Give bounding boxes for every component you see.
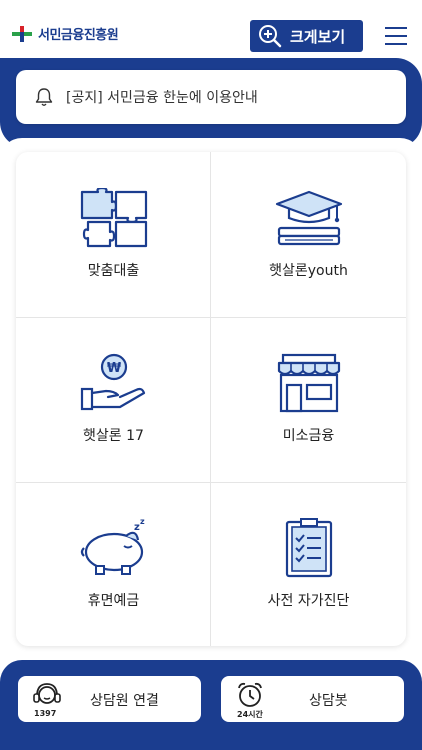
menu-item-dormant-deposit[interactable]: z z 휴면예금 <box>16 482 211 646</box>
menu-label: 햇살론 17 <box>83 428 144 444</box>
zoom-in-icon <box>259 25 282 48</box>
menu-item-miso-finance[interactable]: 미소금융 <box>211 317 406 481</box>
menu-item-sunshine-17[interactable]: ₩ 햇살론 17 <box>16 317 211 481</box>
bell-icon <box>35 88 53 106</box>
svg-text:₩: ₩ <box>107 361 122 376</box>
grid-divider <box>210 152 211 646</box>
menu-label: 휴면예금 <box>87 593 140 609</box>
piggy-bank-icon: z z <box>80 518 145 575</box>
chatbot-button[interactable]: 24시간 상담봇 <box>221 676 404 722</box>
counsel-number: 1397 <box>34 709 57 718</box>
counselor-connect-button[interactable]: 1397 상담원 연결 <box>18 676 201 722</box>
graduation-cap-icon <box>275 190 343 246</box>
menu-label: 사전 자가진단 <box>267 593 350 609</box>
menu-label: 미소금융 <box>282 428 335 444</box>
svg-text:z: z <box>140 518 145 526</box>
menu-label: 햇살론youth <box>269 263 348 279</box>
hamburger-menu-icon[interactable] <box>385 27 407 45</box>
puzzle-icon <box>80 188 148 248</box>
menu-item-sunshine-youth[interactable]: 햇살론youth <box>211 152 406 316</box>
clipboard-checklist-icon <box>285 518 333 578</box>
bot-label: 상담봇 <box>309 693 348 709</box>
bot-sub-label: 24시간 <box>237 710 263 719</box>
headset-icon <box>33 683 61 704</box>
zoom-button[interactable]: 크게보기 <box>250 20 363 52</box>
menu-item-self-diagnosis[interactable]: 사전 자가진단 <box>211 482 406 646</box>
won-coin-hand-icon: ₩ <box>80 353 146 411</box>
grid-divider <box>16 482 406 483</box>
grid-divider <box>16 317 406 318</box>
notice-banner[interactable]: [공지] 서민금융 한눈에 이용안내 <box>16 70 406 124</box>
alarm-clock-icon <box>238 682 262 707</box>
menu-item-custom-loan[interactable]: 맞춤대출 <box>16 152 211 316</box>
counsel-label: 상담원 연결 <box>90 693 159 709</box>
app-header: 서민금융진흥원 크게보기 <box>0 0 422 58</box>
logo-mark-icon <box>12 25 32 42</box>
logo-text: 서민금융진흥원 <box>38 28 119 43</box>
store-icon <box>277 353 341 413</box>
menu-label: 맞춤대출 <box>87 263 140 279</box>
logo[interactable]: 서민금융진흥원 <box>12 24 119 43</box>
notice-text: [공지] 서민금융 한눈에 이용안내 <box>66 90 258 106</box>
service-menu-grid: 맞춤대출 햇살론youth ₩ 햇살론 17 미소금융 z z 휴면예금 사전 … <box>16 152 406 646</box>
zoom-label: 크게보기 <box>290 27 346 46</box>
